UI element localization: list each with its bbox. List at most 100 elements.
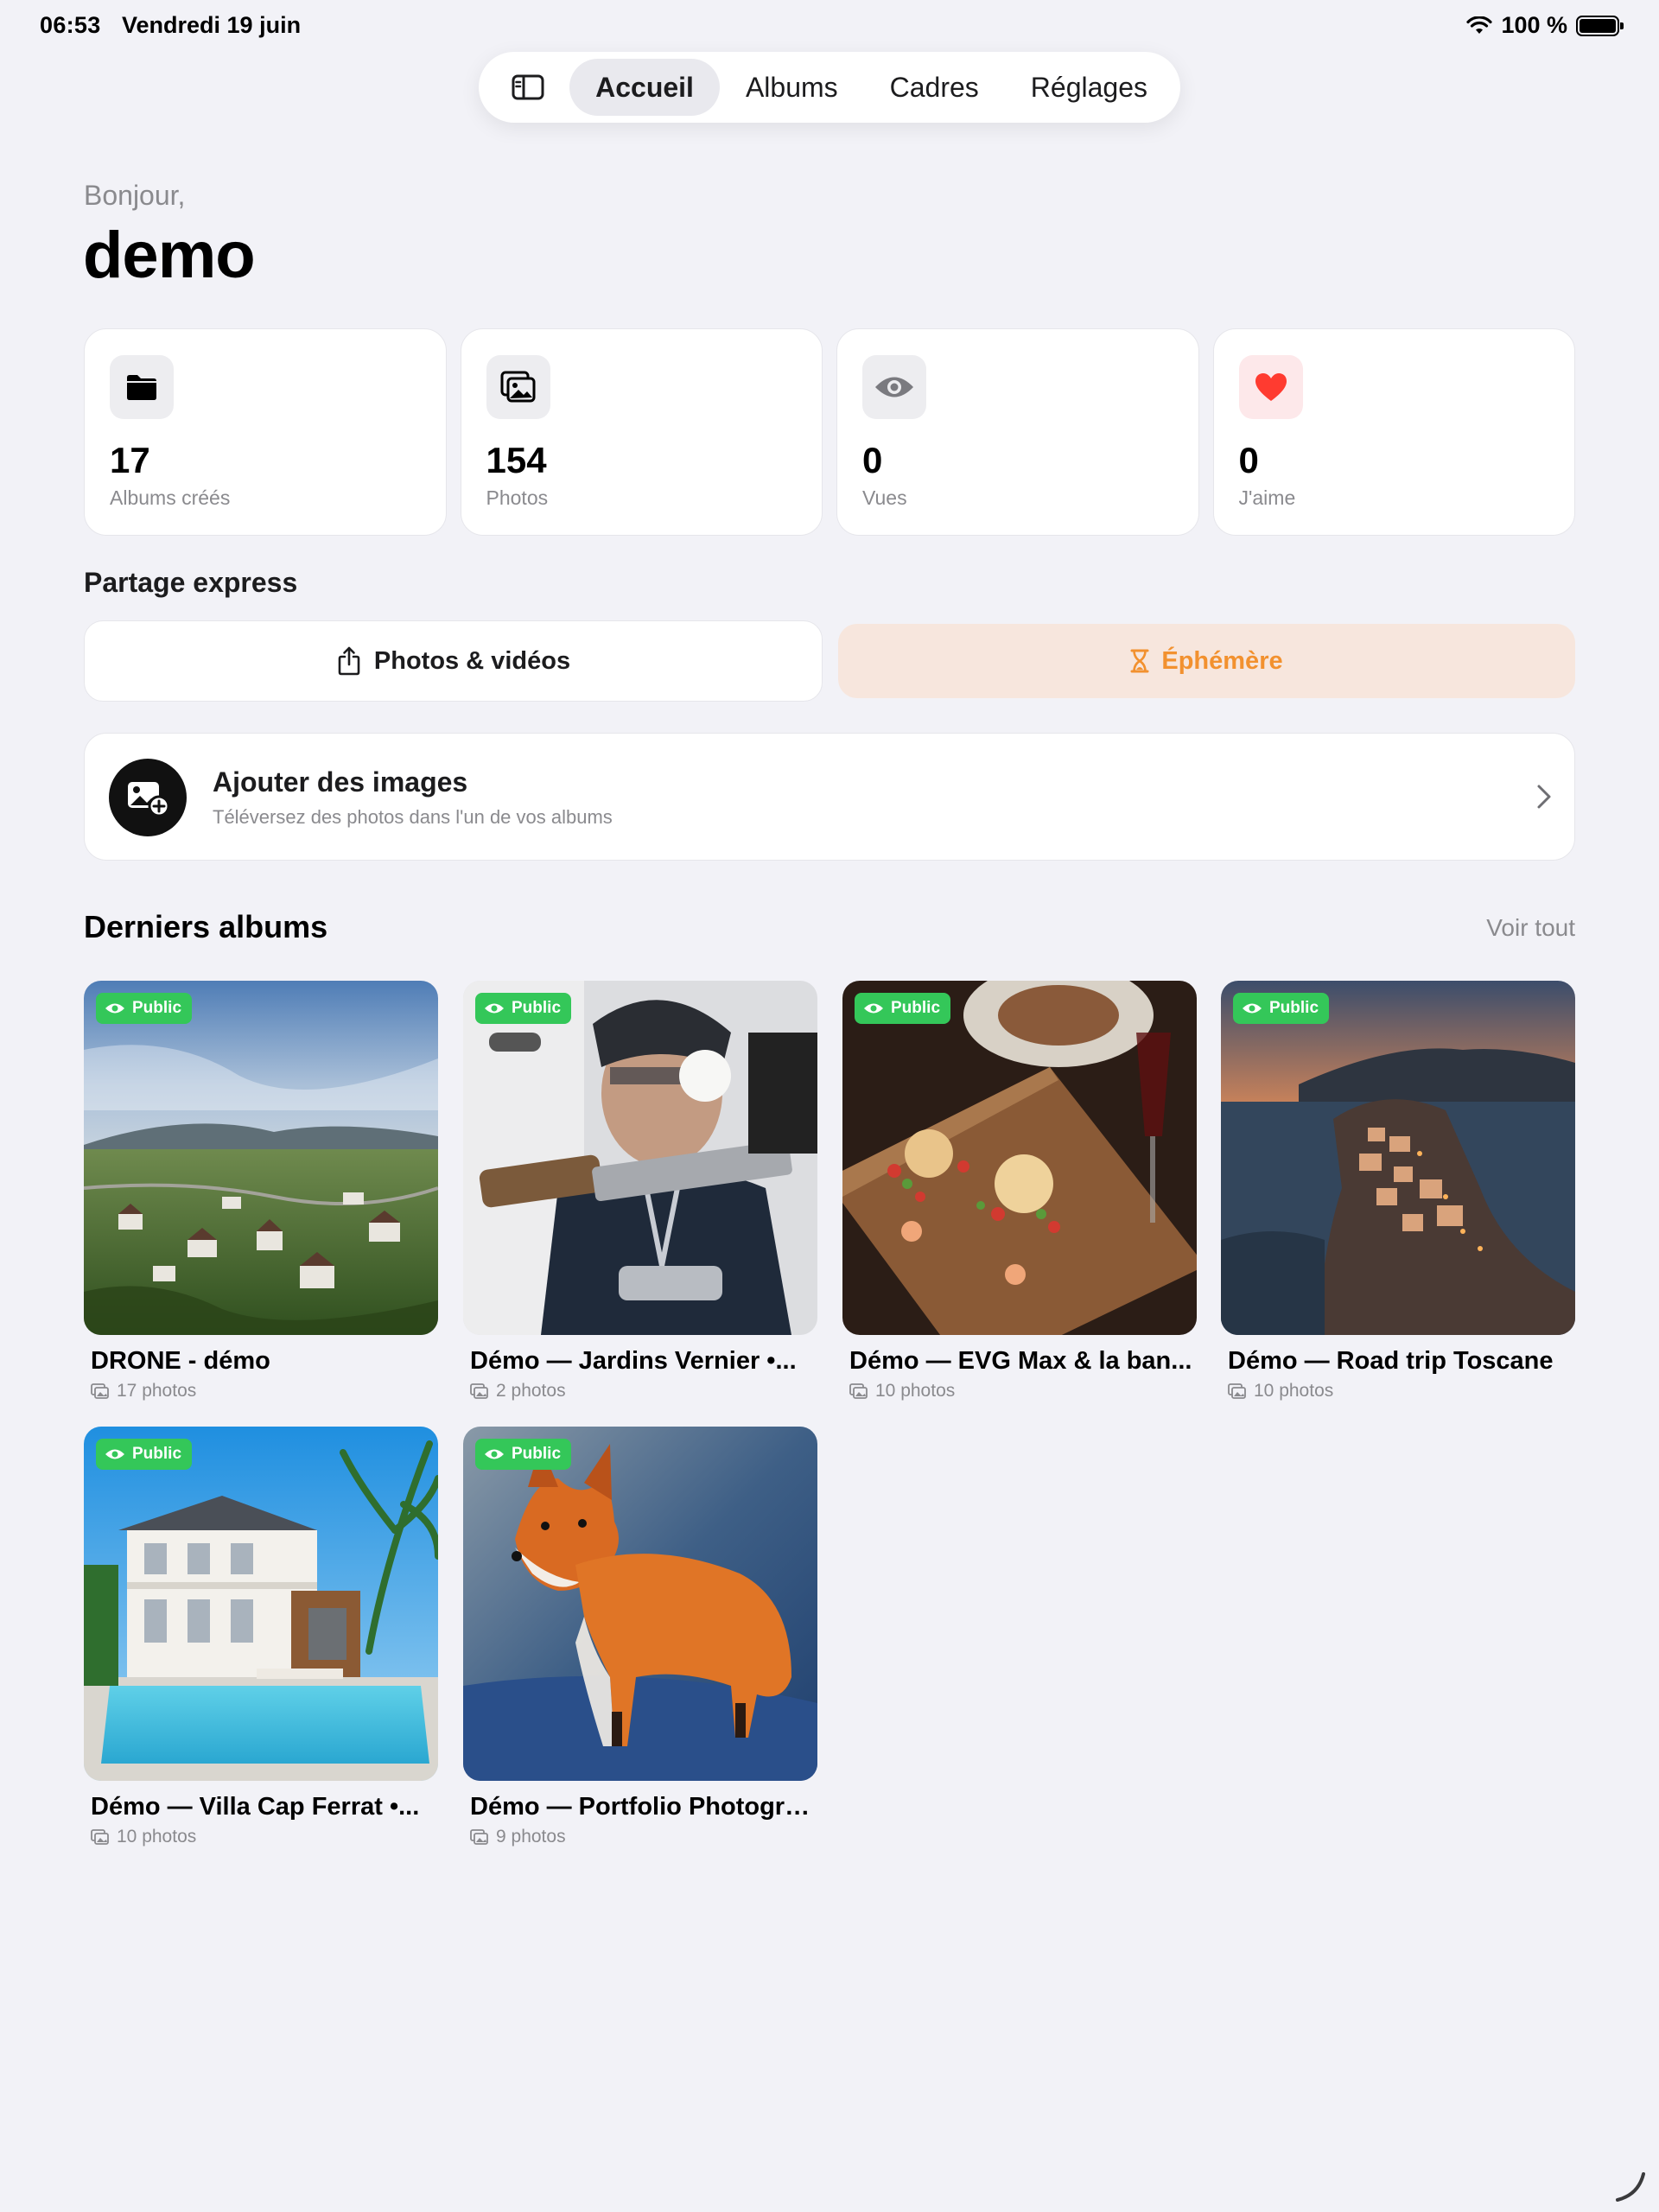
- share-photos-label: Photos & vidéos: [373, 646, 571, 675]
- resize-handle-icon: [1616, 2172, 1645, 2202]
- album-name: Démo — Jardins Vernier •...: [470, 1347, 797, 1375]
- album-count: 2 photos: [463, 1381, 817, 1402]
- sidebar-icon: [512, 74, 544, 100]
- album-card[interactable]: Public Démo — Road trip Toscane 10 photo…: [1221, 981, 1575, 1402]
- album-name: DRONE - démo: [91, 1347, 270, 1375]
- status-bar: 06:53 Vendredi 19 juin 100 %: [0, 0, 1659, 52]
- eye-icon: [485, 1449, 504, 1459]
- top-navigation: Accueil Albums Cadres Réglages: [479, 52, 1180, 123]
- quick-share-title: Partage express: [84, 567, 298, 598]
- stat-value: 154: [486, 440, 547, 480]
- public-badge-label: Public: [132, 999, 182, 1017]
- public-badge: Public: [475, 1439, 572, 1470]
- album-name: Démo — Portfolio Photogra...: [470, 1793, 817, 1821]
- album-card[interactable]: Public Démo — Villa Cap Ferrat •... 10 p…: [84, 1427, 438, 1847]
- album-name: Démo — Road trip Toscane: [1228, 1347, 1554, 1375]
- album-count: 10 photos: [1221, 1381, 1575, 1402]
- stat-label: J'aime: [1238, 486, 1296, 509]
- public-badge-label: Public: [891, 999, 941, 1017]
- public-badge-label: Public: [1269, 999, 1319, 1017]
- stat-card-photos: 154 Photos: [460, 328, 823, 536]
- status-time: 06:53: [40, 12, 101, 38]
- eye-icon: [485, 1003, 504, 1014]
- share-ephemeral-button[interactable]: Éphémère: [838, 624, 1575, 698]
- photos-icon: [849, 1383, 868, 1399]
- album-card[interactable]: Public Démo — EVG Max & la ban... 10 pho…: [842, 981, 1197, 1402]
- public-badge: Public: [855, 993, 951, 1024]
- tab-accueil[interactable]: Accueil: [569, 59, 720, 116]
- album-count-label: 10 photos: [117, 1827, 197, 1847]
- tab-cadres[interactable]: Cadres: [864, 59, 1005, 116]
- share-photos-button[interactable]: Photos & vidéos: [84, 620, 823, 702]
- share-icon: [338, 646, 360, 676]
- stat-value: 17: [110, 440, 150, 480]
- eye-icon: [864, 1003, 883, 1014]
- battery-percent: 100 %: [1501, 12, 1567, 38]
- public-badge-label: Public: [512, 1445, 562, 1463]
- see-all-link[interactable]: Voir tout: [1486, 914, 1575, 942]
- stat-label: Photos: [486, 486, 549, 509]
- album-thumbnail: Public: [84, 981, 438, 1335]
- sidebar-toggle-button[interactable]: [486, 59, 569, 116]
- album-card[interactable]: Public Démo — Portfolio Photogra... 9 ph…: [463, 1427, 817, 1847]
- public-badge-label: Public: [512, 999, 562, 1017]
- folder-icon: [110, 355, 174, 419]
- status-date: Vendredi 19 juin: [122, 12, 302, 38]
- tab-albums[interactable]: Albums: [720, 59, 864, 116]
- stat-value: 0: [862, 440, 883, 480]
- album-count: 10 photos: [842, 1381, 1197, 1402]
- eye-icon: [1243, 1003, 1262, 1014]
- stat-card-albums: 17 Albums créés: [84, 328, 447, 536]
- album-count-label: 10 photos: [875, 1381, 956, 1401]
- photos-icon: [91, 1383, 109, 1399]
- status-indicators: 100 %: [1466, 12, 1624, 39]
- public-badge: Public: [96, 993, 193, 1024]
- stat-card-views: 0 Vues: [836, 328, 1199, 536]
- album-card[interactable]: Public Démo — Jardins Vernier •... 2 pho…: [463, 981, 817, 1402]
- stats-row: 17 Albums créés 154 Photos 0 Vues 0 J'ai…: [84, 328, 1575, 536]
- album-name: Démo — EVG Max & la ban...: [849, 1347, 1192, 1375]
- quick-share-row: Photos & vidéos Éphémère: [84, 620, 1575, 702]
- battery-icon: [1576, 15, 1624, 36]
- eye-icon: [105, 1003, 124, 1014]
- album-thumbnail: Public: [1221, 981, 1575, 1335]
- stat-value: 0: [1238, 440, 1259, 480]
- chevron-right-icon: [1537, 785, 1551, 809]
- album-count: 9 photos: [463, 1827, 817, 1847]
- eye-icon: [862, 355, 926, 419]
- eye-icon: [105, 1449, 124, 1459]
- add-images-card[interactable]: Ajouter des images Téléversez des photos…: [84, 733, 1575, 861]
- add-images-subtitle: Téléversez des photos dans l'un de vos a…: [213, 806, 613, 828]
- album-count: 17 photos: [84, 1381, 438, 1402]
- public-badge: Public: [475, 993, 572, 1024]
- share-ephemeral-label: Éphémère: [1161, 646, 1283, 675]
- tab-reglages[interactable]: Réglages: [1005, 59, 1173, 116]
- stat-label: Vues: [862, 486, 907, 509]
- heart-icon: [1238, 355, 1303, 419]
- album-thumbnail: Public: [842, 981, 1197, 1335]
- photos-icon: [91, 1829, 109, 1845]
- photos-icon: [486, 355, 550, 419]
- album-count-label: 10 photos: [1254, 1381, 1334, 1401]
- album-thumbnail: Public: [84, 1427, 438, 1781]
- add-photo-icon: [109, 759, 187, 836]
- album-thumbnail: Public: [463, 981, 817, 1335]
- album-card[interactable]: Public DRONE - démo 17 photos: [84, 981, 438, 1402]
- add-images-title: Ajouter des images: [213, 766, 468, 798]
- public-badge: Public: [96, 1439, 193, 1470]
- public-badge-label: Public: [132, 1445, 182, 1463]
- public-badge: Public: [1233, 993, 1330, 1024]
- photos-icon: [1228, 1383, 1246, 1399]
- wifi-icon: [1466, 16, 1493, 34]
- stat-card-likes: 0 J'aime: [1212, 328, 1575, 536]
- album-count-label: 2 photos: [496, 1381, 566, 1401]
- album-count: 10 photos: [84, 1827, 438, 1847]
- photos-icon: [470, 1829, 488, 1845]
- greeting: Bonjour,: [84, 180, 186, 211]
- album-name: Démo — Villa Cap Ferrat •...: [91, 1793, 420, 1821]
- album-thumbnail: Public: [463, 1427, 817, 1781]
- album-count-label: 9 photos: [496, 1827, 566, 1847]
- album-count-label: 17 photos: [117, 1381, 197, 1401]
- page-title: demo: [83, 219, 256, 292]
- stat-label: Albums créés: [110, 486, 231, 509]
